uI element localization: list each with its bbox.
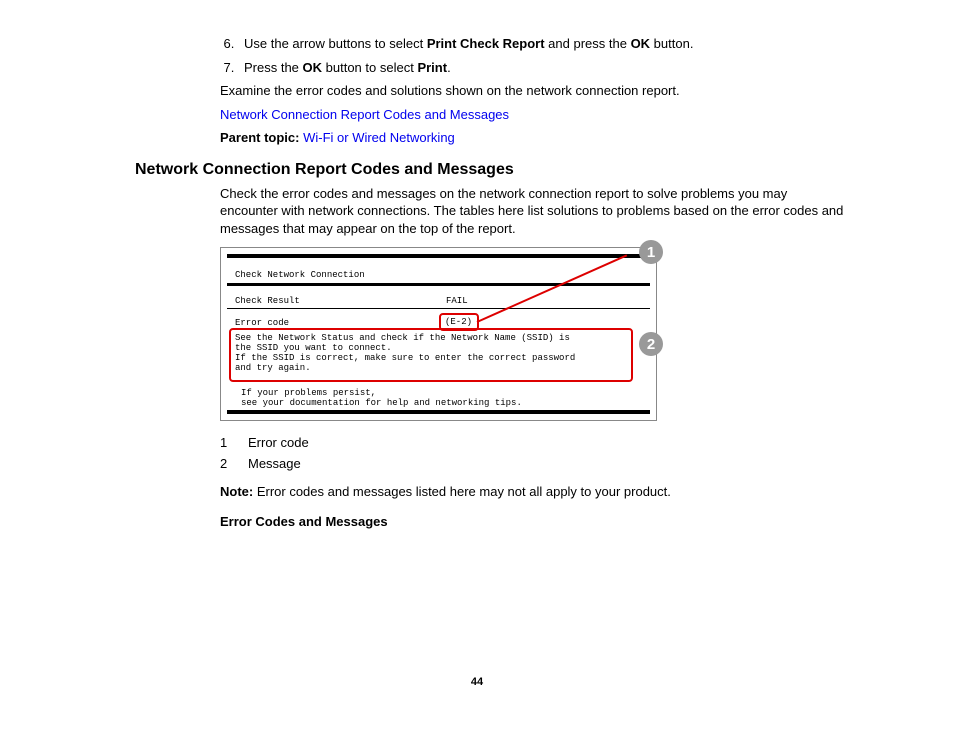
- step-7-bold-1: OK: [303, 60, 323, 75]
- step-6-text-b: and press the: [545, 36, 631, 51]
- step-6-bold-1: Print Check Report: [427, 36, 545, 51]
- legend-text-2: Message: [248, 456, 301, 471]
- subheading-error-codes: Error Codes and Messages: [220, 514, 388, 529]
- callout-badge-2: 2: [639, 332, 663, 356]
- step-6-text-c: button.: [650, 36, 693, 51]
- step-6-text-a: Use the arrow buttons to select: [244, 36, 427, 51]
- legend-num-2: 2: [220, 456, 248, 471]
- step-7-text-a: Press the: [244, 60, 303, 75]
- legend-num-1: 1: [220, 435, 248, 450]
- fig-result-value: FAIL: [446, 296, 468, 306]
- fig-result-label: Check Result: [235, 296, 300, 306]
- fig-msg-3: If the SSID is correct, make sure to ent…: [235, 353, 575, 363]
- fig-msg-4: and try again.: [235, 363, 311, 373]
- step-7-text-c: .: [447, 60, 451, 75]
- link-parent-topic[interactable]: Wi-Fi or Wired Networking: [303, 130, 455, 145]
- page-number: 44: [0, 676, 954, 688]
- note-label: Note:: [220, 484, 253, 499]
- section-heading: Network Connection Report Codes and Mess…: [135, 161, 844, 179]
- fig-persist-2: see your documentation for help and netw…: [241, 398, 522, 408]
- step-6: Use the arrow buttons to select Print Ch…: [238, 35, 844, 53]
- step-7-text-b: button to select: [322, 60, 417, 75]
- step-7: Press the OK button to select Print.: [238, 59, 844, 77]
- fig-error-value: (E-2): [445, 317, 472, 327]
- fig-title: Check Network Connection: [235, 270, 365, 280]
- figure-legend: 1 Error code 2 Message: [220, 435, 844, 471]
- intro-paragraph: Check the error codes and messages on th…: [220, 185, 844, 238]
- fig-msg-1: See the Network Status and check if the …: [235, 333, 570, 343]
- fig-error-label: Error code: [235, 318, 289, 328]
- step-6-bold-2: OK: [631, 36, 651, 51]
- legend-text-1: Error code: [248, 435, 309, 450]
- report-figure: Check Network Connection Check Result FA…: [220, 247, 657, 421]
- note-text: Error codes and messages listed here may…: [253, 484, 671, 499]
- callout-badge-1: 1: [639, 240, 663, 264]
- fig-msg-2: the SSID you want to connect.: [235, 343, 392, 353]
- link-report-codes[interactable]: Network Connection Report Codes and Mess…: [220, 107, 509, 122]
- step-7-bold-2: Print: [417, 60, 447, 75]
- fig-persist-1: If your problems persist,: [241, 388, 376, 398]
- examine-text: Examine the error codes and solutions sh…: [220, 82, 844, 100]
- parent-topic-label: Parent topic:: [220, 130, 299, 145]
- step-list: Use the arrow buttons to select Print Ch…: [220, 35, 844, 76]
- callout-line-1: [477, 255, 628, 324]
